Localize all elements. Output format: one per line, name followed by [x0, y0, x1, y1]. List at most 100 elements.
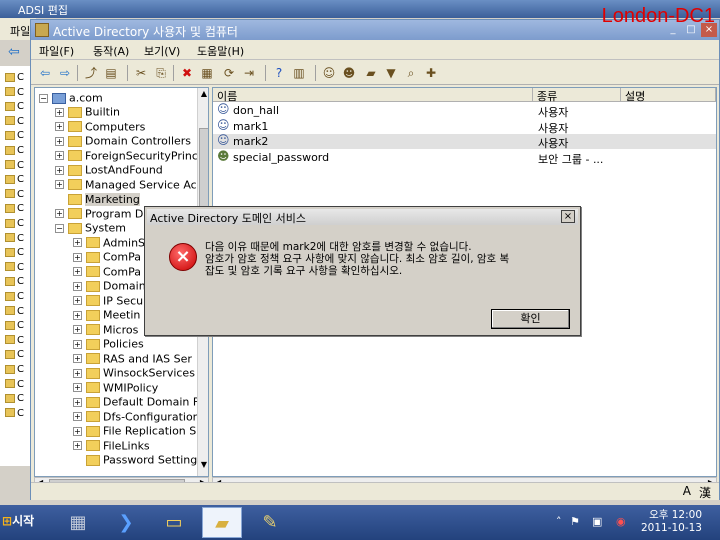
copy-icon[interactable]: ⎘ — [153, 65, 169, 81]
lang-indicator[interactable]: A — [683, 484, 691, 498]
adsi-tree-item[interactable]: C — [5, 203, 27, 217]
tree-item[interactable]: + FileLinks — [73, 439, 150, 453]
adsi-tree-item[interactable]: C — [5, 116, 27, 130]
scroll-down-icon[interactable]: ▼ — [199, 460, 208, 472]
expand-icon[interactable]: + — [73, 325, 82, 334]
help-icon[interactable]: ? — [271, 65, 287, 81]
expand-icon[interactable]: + — [55, 136, 64, 146]
expand-icon[interactable]: + — [55, 107, 64, 117]
show-icon[interactable]: ▤ — [103, 65, 119, 81]
adsi-tree-item[interactable]: C — [5, 233, 27, 247]
column-name[interactable]: 이름 — [213, 88, 533, 103]
expand-icon[interactable]: + — [73, 267, 82, 276]
group-icon[interactable]: ☻ — [341, 65, 357, 81]
expand-icon[interactable]: + — [55, 151, 64, 160]
maximize-button[interactable]: □ — [683, 23, 699, 37]
title-bar[interactable]: Active Directory 사용자 및 컴퓨터 London-DC1 _ … — [31, 5, 719, 40]
expand-icon[interactable]: + — [55, 180, 64, 189]
tree-item[interactable]: + WMIPolicy — [73, 381, 158, 395]
expand-icon[interactable]: + — [55, 165, 64, 175]
expand-icon[interactable]: + — [73, 412, 82, 421]
adsi-tree-item[interactable]: C — [5, 247, 27, 261]
tree-item[interactable]: + Builtin — [55, 105, 120, 119]
expand-icon[interactable]: + — [55, 209, 64, 218]
close-button[interactable]: × — [701, 23, 717, 37]
tree-item[interactable]: + Policies — [73, 337, 144, 351]
adsi-tree-item[interactable]: C — [5, 174, 27, 188]
adsi-tree-item[interactable]: C — [5, 189, 27, 203]
expand-icon[interactable]: + — [73, 383, 82, 392]
properties-icon[interactable]: ▦ — [199, 65, 215, 81]
tree-item[interactable]: + Program D — [55, 207, 143, 221]
collapse-icon[interactable]: − — [39, 93, 48, 103]
find-icon[interactable]: ⌕ — [403, 65, 419, 81]
user-icon[interactable]: ☺ — [321, 65, 337, 81]
up-icon[interactable]: ⤴ — [83, 65, 99, 81]
taskbar-powershell-button[interactable]: ❯ — [106, 507, 146, 538]
adsi-tree[interactable]: CCCCCCCCCCCCCCCCCCCCCCCC — [0, 66, 30, 466]
network-icon[interactable]: ▣ — [592, 515, 602, 528]
adsi-tree-item[interactable]: C — [5, 364, 27, 378]
expand-icon[interactable]: + — [73, 368, 82, 378]
ou-icon[interactable]: ▰ — [363, 65, 379, 81]
refresh-icon[interactable]: ⟳ — [221, 65, 237, 81]
tree-item[interactable]: + Default Domain F — [73, 395, 199, 409]
adsi-tree-item[interactable]: C — [5, 349, 27, 363]
list-item[interactable]: ☺ mark1 사용자 — [213, 118, 716, 135]
tree-item[interactable]: + ComPa — [73, 250, 141, 264]
dialog-title[interactable]: Active Directory 도메인 서비스 × — [147, 209, 578, 225]
tree-item[interactable]: + ForeignSecurityPrinc — [55, 149, 198, 163]
tree-item[interactable]: Marketing — [55, 192, 140, 206]
taskbar-adsi-button[interactable]: ▰ — [202, 507, 242, 538]
taskbar-server-manager-button[interactable]: ▦ — [58, 507, 98, 538]
adsi-tree-item[interactable]: C — [5, 101, 27, 115]
tree-item[interactable]: + Computers — [55, 120, 145, 134]
tree-item[interactable]: + IP Secu — [73, 294, 143, 308]
forward-icon[interactable]: ⇨ — [57, 65, 73, 81]
dialog-close-button[interactable]: × — [561, 210, 575, 223]
view-icon[interactable]: ▥ — [291, 65, 307, 81]
adsi-tree-item[interactable]: C — [5, 218, 27, 232]
column-type[interactable]: 종류 — [533, 88, 621, 103]
collapse-icon[interactable]: − — [55, 223, 64, 233]
adsi-tree-item[interactable]: C — [5, 291, 27, 305]
menu-2[interactable]: 보기(V) — [144, 43, 180, 59]
cut-icon[interactable]: ✂ — [133, 65, 149, 81]
adsi-tree-item[interactable]: C — [5, 408, 27, 422]
tree-item[interactable]: + Domain — [73, 279, 146, 293]
adsi-tree-item[interactable]: C — [5, 276, 27, 290]
tree-item[interactable]: + WinsockServices — [73, 366, 195, 380]
list-item[interactable]: ☺ don_hall 사용자 — [213, 103, 716, 120]
adsi-tree-item[interactable]: C — [5, 72, 27, 86]
clock[interactable]: 오후 12:00 2011-10-13 — [641, 509, 702, 535]
adsi-tree-item[interactable]: C — [5, 393, 27, 407]
menu-3[interactable]: 도움말(H) — [197, 43, 244, 59]
expand-icon[interactable]: + — [73, 310, 82, 320]
tree-item[interactable]: + AdminS — [73, 236, 145, 250]
expand-icon[interactable]: + — [73, 238, 82, 247]
tree-item[interactable]: + Meetin — [73, 308, 140, 322]
column-description[interactable]: 설명 — [621, 88, 716, 103]
adsi-tree-item[interactable]: C — [5, 130, 27, 144]
adsi-tree-item[interactable]: C — [5, 87, 27, 101]
list-item[interactable]: ☺ mark2 사용자 — [213, 134, 716, 150]
start-button[interactable]: ⊞시작 — [2, 512, 46, 532]
expand-icon[interactable]: + — [55, 122, 64, 131]
taskbar-notepad-button[interactable]: ✎ — [250, 507, 290, 538]
adsi-tree-item[interactable]: C — [5, 379, 27, 393]
expand-icon[interactable]: + — [73, 339, 82, 349]
taskbar-explorer-button[interactable]: ▭ — [154, 507, 194, 538]
flag-icon[interactable]: ⚑ — [570, 515, 580, 528]
expand-icon[interactable]: + — [73, 281, 82, 291]
tree-root[interactable]: − a.com — [39, 91, 103, 105]
adsi-tree-item[interactable]: C — [5, 320, 27, 334]
tree-item[interactable]: + RAS and IAS Ser — [73, 352, 192, 366]
ime-indicator[interactable]: 漢 — [699, 484, 711, 501]
tree-item[interactable]: + ComPa — [73, 265, 141, 279]
tree-scroll-thumb[interactable] — [199, 128, 208, 216]
filter-icon[interactable]: ▼ — [383, 65, 399, 81]
tree-item[interactable]: + File Replication S — [73, 424, 196, 438]
adsi-tree-item[interactable]: C — [5, 262, 27, 276]
back-icon[interactable]: ⇦ — [37, 65, 53, 81]
delete-icon[interactable]: ✖ — [179, 65, 195, 81]
